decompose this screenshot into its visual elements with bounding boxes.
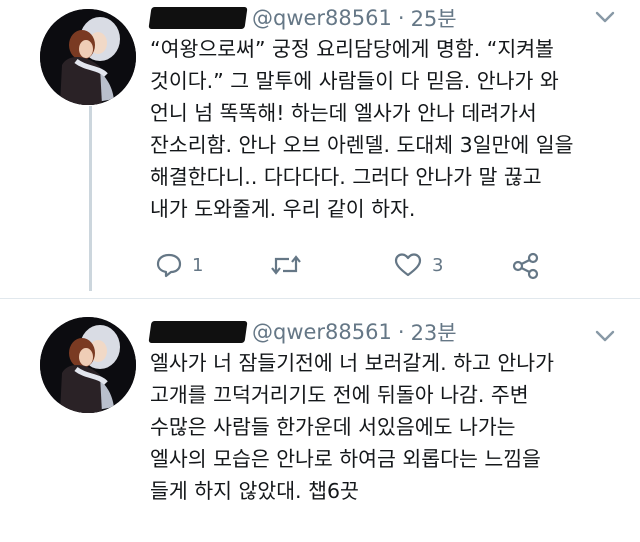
tweet-header: @qwer88561 · 25분 xyxy=(148,2,457,34)
tweet-text-line: 것이다.” 그 말투에 사람들이 다 믿음. 안나가 와 xyxy=(150,69,559,93)
tweet-header: @qwer88561 · 23분 xyxy=(148,316,457,348)
tweet-text-line: 엘사가 너 잠들기전에 너 보러갈게. 하고 안나가 xyxy=(150,351,554,375)
chevron-down-icon[interactable] xyxy=(594,9,616,25)
tweet-text-line: 잔소리함. 안나 오브 아렌델. 도대체 3일만에 일을 xyxy=(150,133,574,157)
tweet-divider xyxy=(0,298,640,299)
user-handle[interactable]: @qwer88561 xyxy=(252,320,392,344)
share-button[interactable] xyxy=(512,252,540,280)
timestamp[interactable]: 23분 xyxy=(411,317,457,347)
tweet-text: 엘사가 너 잠들기전에 너 보러갈게. 하고 안나가 고개를 끄덕거리기도 전에… xyxy=(150,347,610,507)
reply-button[interactable]: 1 xyxy=(156,252,203,278)
like-button[interactable]: 3 xyxy=(394,252,443,278)
chevron-down-icon[interactable] xyxy=(594,328,616,344)
reply-icon xyxy=(156,253,182,278)
share-icon xyxy=(512,252,539,280)
tweet-text-line: 엘사의 모습은 안나로 하여금 외롭다는 느낌을 xyxy=(150,447,541,471)
tweet-text-line: 언니 넘 똑똑해! 하는데 엘사가 안나 데려가서 xyxy=(150,101,537,125)
tweet-text-line: 고개를 끄덕거리기도 전에 뒤돌아 나감. 주변 xyxy=(150,383,529,407)
tweet-text-line: 해결한다니.. 다다다다. 그러다 안나가 말 끊고 xyxy=(150,165,542,189)
user-handle[interactable]: @qwer88561 xyxy=(252,6,392,30)
tweet[interactable]: @qwer88561 · 25분 “여왕으로써” 궁정 요리담당에게 명함. “… xyxy=(0,0,640,300)
tweet[interactable]: @qwer88561 · 23분 엘사가 너 잠들기전에 너 보러갈게. 하고 … xyxy=(0,300,640,542)
redacted-display-name xyxy=(148,7,248,29)
redacted-display-name xyxy=(148,321,248,343)
tweet-text-line: 수많은 사람들 한가운데 서있음에도 나가는 xyxy=(150,415,516,439)
tweet-text-line: “여왕으로써” 궁정 요리담당에게 명함. “지켜볼 xyxy=(150,37,554,61)
like-count: 3 xyxy=(432,254,444,276)
avatar[interactable] xyxy=(40,317,136,413)
avatar[interactable] xyxy=(40,9,136,105)
heart-icon xyxy=(394,253,422,277)
retweet-button[interactable] xyxy=(270,252,302,278)
tweet-text: “여왕으로써” 궁정 요리담당에게 명함. “지켜볼 것이다.” 그 말투에 사… xyxy=(150,33,610,225)
tweet-text-line: 들게 하지 않았대. 챕6끗 xyxy=(150,479,359,503)
timestamp[interactable]: 25분 xyxy=(411,3,457,33)
separator-dot: · xyxy=(397,6,405,30)
retweet-icon xyxy=(271,255,301,275)
tweet-text-line: 내가 도와줄게. 우리 같이 하자. xyxy=(150,197,416,221)
tweet-actions: 1 3 xyxy=(150,252,550,282)
separator-dot: · xyxy=(397,320,405,344)
thread-line xyxy=(89,106,92,291)
reply-count: 1 xyxy=(192,254,204,276)
